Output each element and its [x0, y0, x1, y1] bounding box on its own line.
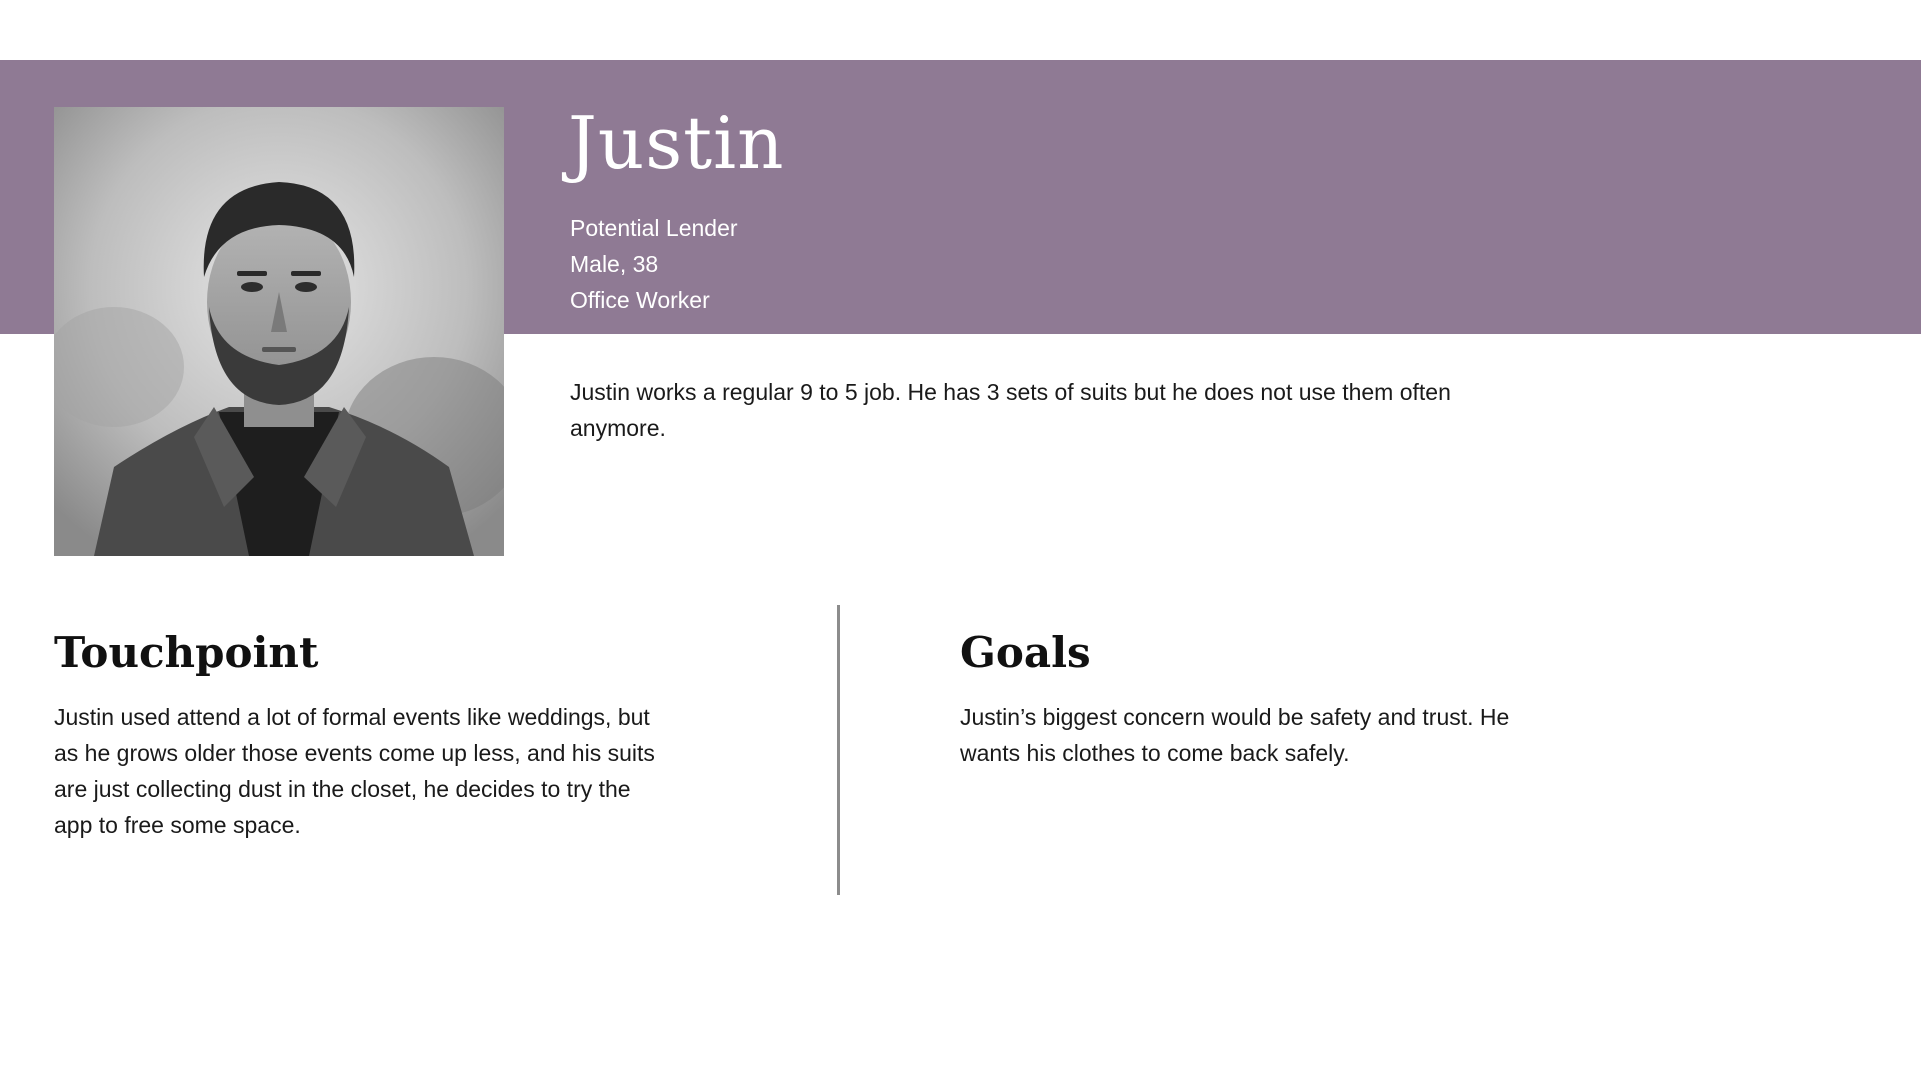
persona-role: Potential Lender — [570, 215, 738, 241]
persona-facts: Potential Lender Male, 38 Office Worker — [570, 210, 738, 318]
goals-heading: Goals — [960, 628, 1091, 677]
goals-text: Justin’s biggest concern would be safety… — [960, 704, 1510, 766]
persona-bio: Justin works a regular 9 to 5 job. He ha… — [570, 379, 1451, 441]
touchpoint-text: Justin used attend a lot of formal event… — [54, 704, 655, 838]
touchpoint-heading: Touchpoint — [54, 628, 319, 677]
persona-demographics: Male, 38 — [570, 251, 659, 277]
persona-name: Justin — [568, 101, 785, 185]
persona-photo — [54, 107, 504, 556]
section-divider — [837, 605, 840, 895]
persona-occupation: Office Worker — [570, 287, 710, 313]
